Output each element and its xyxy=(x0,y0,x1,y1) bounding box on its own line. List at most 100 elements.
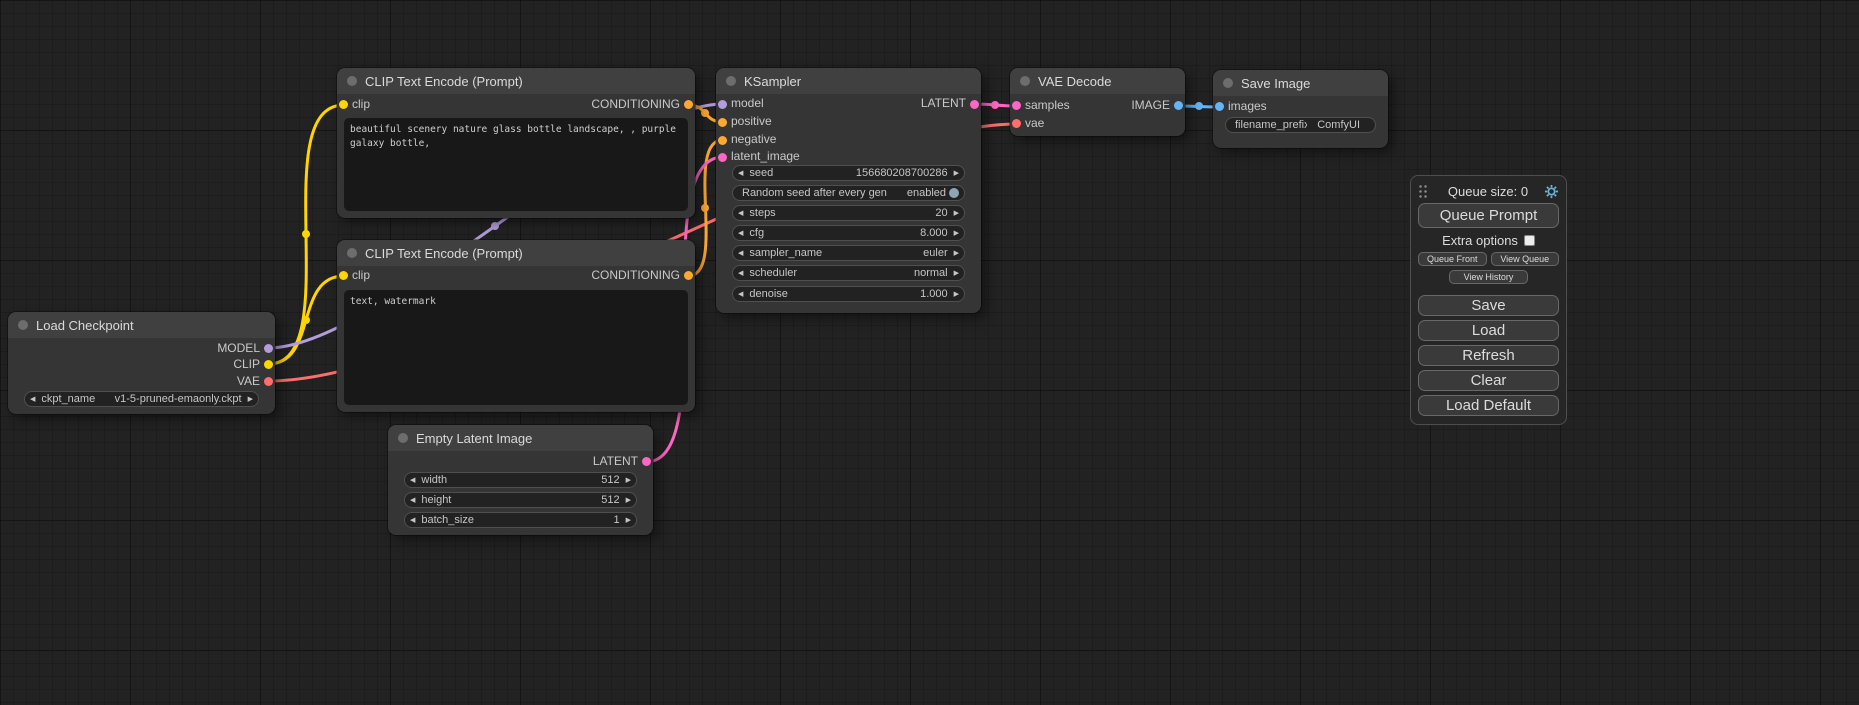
view-history-button[interactable]: View History xyxy=(1449,270,1529,284)
node-title: Save Image xyxy=(1241,76,1310,91)
widget-value: 512 xyxy=(601,494,619,506)
output-dot-image[interactable] xyxy=(1174,101,1183,110)
widget-name: height xyxy=(421,494,591,506)
widget-height[interactable]: ◀ height 512 ▶ xyxy=(404,492,637,508)
widget-scheduler[interactable]: ◀ scheduler normal ▶ xyxy=(732,265,965,281)
refresh-button[interactable]: Refresh xyxy=(1418,345,1559,366)
node-load-checkpoint[interactable]: Load Checkpoint MODEL CLIP VAE ◀ ckpt_na… xyxy=(8,312,275,414)
node-title-bar[interactable]: Empty Latent Image xyxy=(388,425,653,451)
increment-arrow-icon[interactable]: ▶ xyxy=(626,497,631,504)
drag-handle-icon[interactable] xyxy=(1418,184,1428,198)
increment-arrow-icon[interactable]: ▶ xyxy=(954,291,959,298)
node-vae-decode[interactable]: VAE Decode samples vae IMAGE xyxy=(1010,68,1185,136)
node-title-bar[interactable]: VAE Decode xyxy=(1010,68,1185,94)
decrement-arrow-icon[interactable]: ◀ xyxy=(738,230,743,237)
node-title-bar[interactable]: CLIP Text Encode (Prompt) xyxy=(337,68,695,94)
input-dot-samples[interactable] xyxy=(1012,101,1021,110)
increment-arrow-icon[interactable]: ▶ xyxy=(954,230,959,237)
node-ksampler[interactable]: KSampler model positive negative latent_… xyxy=(716,68,981,313)
widget-value: 1 xyxy=(613,514,619,526)
widget-seed[interactable]: ◀ seed 156680208700286 ▶ xyxy=(732,165,965,181)
increment-arrow-icon[interactable]: ▶ xyxy=(954,210,959,217)
widget-ckpt-name[interactable]: ◀ ckpt_name v1-5-pruned-emaonly.ckpt ▶ xyxy=(24,391,259,407)
widget-value: 156680208700286 xyxy=(856,167,948,179)
node-save-image[interactable]: Save Image images filename_prefix ComfyU… xyxy=(1213,70,1388,148)
output-label-vae: VAE xyxy=(237,374,260,388)
output-dot-model[interactable] xyxy=(264,344,273,353)
node-graph-canvas[interactable]: Load Checkpoint MODEL CLIP VAE ◀ ckpt_na… xyxy=(0,0,1859,705)
queue-front-button[interactable]: Queue Front xyxy=(1418,252,1487,266)
decrement-arrow-icon[interactable]: ◀ xyxy=(410,517,415,524)
output-dot-conditioning[interactable] xyxy=(684,271,693,280)
output-dot-clip[interactable] xyxy=(264,360,273,369)
collapse-dot-icon[interactable] xyxy=(347,76,357,86)
decrement-arrow-icon[interactable]: ◀ xyxy=(30,396,35,403)
extra-options-checkbox[interactable] xyxy=(1524,235,1535,246)
toggle-knob-icon[interactable] xyxy=(949,188,959,198)
widget-value: 8.000 xyxy=(920,227,948,239)
load-default-button[interactable]: Load Default xyxy=(1418,395,1559,416)
widget-value: normal xyxy=(914,267,948,279)
decrement-arrow-icon[interactable]: ◀ xyxy=(738,291,743,298)
widget-denoise[interactable]: ◀ denoise 1.000 ▶ xyxy=(732,286,965,302)
widget-steps[interactable]: ◀ steps 20 ▶ xyxy=(732,205,965,221)
input-dot-images[interactable] xyxy=(1215,102,1224,111)
output-dot-latent[interactable] xyxy=(970,100,979,109)
collapse-dot-icon[interactable] xyxy=(398,433,408,443)
collapse-dot-icon[interactable] xyxy=(1020,76,1030,86)
input-dot-negative[interactable] xyxy=(718,136,727,145)
increment-arrow-icon[interactable]: ▶ xyxy=(248,396,253,403)
input-dot-latent-image[interactable] xyxy=(718,153,727,162)
widget-random-seed-toggle[interactable]: Random seed after every gen enabled xyxy=(732,185,965,201)
input-dot-clip[interactable] xyxy=(339,100,348,109)
output-dot-latent[interactable] xyxy=(642,457,651,466)
collapse-dot-icon[interactable] xyxy=(726,76,736,86)
collapse-dot-icon[interactable] xyxy=(18,320,28,330)
widget-name: steps xyxy=(749,207,925,219)
positive-prompt-textarea[interactable]: beautiful scenery nature glass bottle la… xyxy=(344,118,688,211)
collapse-dot-icon[interactable] xyxy=(347,248,357,258)
decrement-arrow-icon[interactable]: ◀ xyxy=(738,250,743,257)
increment-arrow-icon[interactable]: ▶ xyxy=(954,170,959,177)
output-label-image: IMAGE xyxy=(1131,98,1170,112)
widget-filename-prefix[interactable]: filename_prefix ComfyUI xyxy=(1225,117,1376,133)
decrement-arrow-icon[interactable]: ◀ xyxy=(410,477,415,484)
widget-sampler-name[interactable]: ◀ sampler_name euler ▶ xyxy=(732,245,965,261)
output-dot-conditioning[interactable] xyxy=(684,100,693,109)
negative-prompt-textarea[interactable]: text, watermark xyxy=(344,290,688,405)
decrement-arrow-icon[interactable]: ◀ xyxy=(738,210,743,217)
collapse-dot-icon[interactable] xyxy=(1223,78,1233,88)
settings-gear-icon[interactable] xyxy=(1544,184,1559,199)
widget-batch-size[interactable]: ◀ batch_size 1 ▶ xyxy=(404,512,637,528)
load-button[interactable]: Load xyxy=(1418,320,1559,341)
node-title: Empty Latent Image xyxy=(416,431,532,446)
input-dot-vae[interactable] xyxy=(1012,119,1021,128)
queue-prompt-button[interactable]: Queue Prompt xyxy=(1418,203,1559,228)
extra-options-label: Extra options xyxy=(1442,233,1518,248)
input-dot-model[interactable] xyxy=(718,100,727,109)
output-dot-vae[interactable] xyxy=(264,377,273,386)
node-title-bar[interactable]: CLIP Text Encode (Prompt) xyxy=(337,240,695,266)
node-title-bar[interactable]: KSampler xyxy=(716,68,981,94)
node-title-bar[interactable]: Save Image xyxy=(1213,70,1388,96)
node-title-bar[interactable]: Load Checkpoint xyxy=(8,312,275,338)
view-queue-button[interactable]: View Queue xyxy=(1491,252,1560,266)
increment-arrow-icon[interactable]: ▶ xyxy=(954,270,959,277)
input-dot-positive[interactable] xyxy=(718,118,727,127)
decrement-arrow-icon[interactable]: ◀ xyxy=(738,270,743,277)
node-clip-text-encode-positive[interactable]: CLIP Text Encode (Prompt) clip CONDITION… xyxy=(337,68,695,218)
widget-width[interactable]: ◀ width 512 ▶ xyxy=(404,472,637,488)
save-button[interactable]: Save xyxy=(1418,295,1559,316)
widget-value: v1-5-pruned-emaonly.ckpt xyxy=(115,393,242,405)
node-clip-text-encode-negative[interactable]: CLIP Text Encode (Prompt) clip CONDITION… xyxy=(337,240,695,412)
decrement-arrow-icon[interactable]: ◀ xyxy=(410,497,415,504)
increment-arrow-icon[interactable]: ▶ xyxy=(626,477,631,484)
node-title: CLIP Text Encode (Prompt) xyxy=(365,74,523,89)
clear-button[interactable]: Clear xyxy=(1418,370,1559,391)
decrement-arrow-icon[interactable]: ◀ xyxy=(738,170,743,177)
increment-arrow-icon[interactable]: ▶ xyxy=(626,517,631,524)
input-dot-clip[interactable] xyxy=(339,271,348,280)
increment-arrow-icon[interactable]: ▶ xyxy=(954,250,959,257)
widget-cfg[interactable]: ◀ cfg 8.000 ▶ xyxy=(732,225,965,241)
node-empty-latent-image[interactable]: Empty Latent Image LATENT ◀ width 512 ▶ … xyxy=(388,425,653,535)
